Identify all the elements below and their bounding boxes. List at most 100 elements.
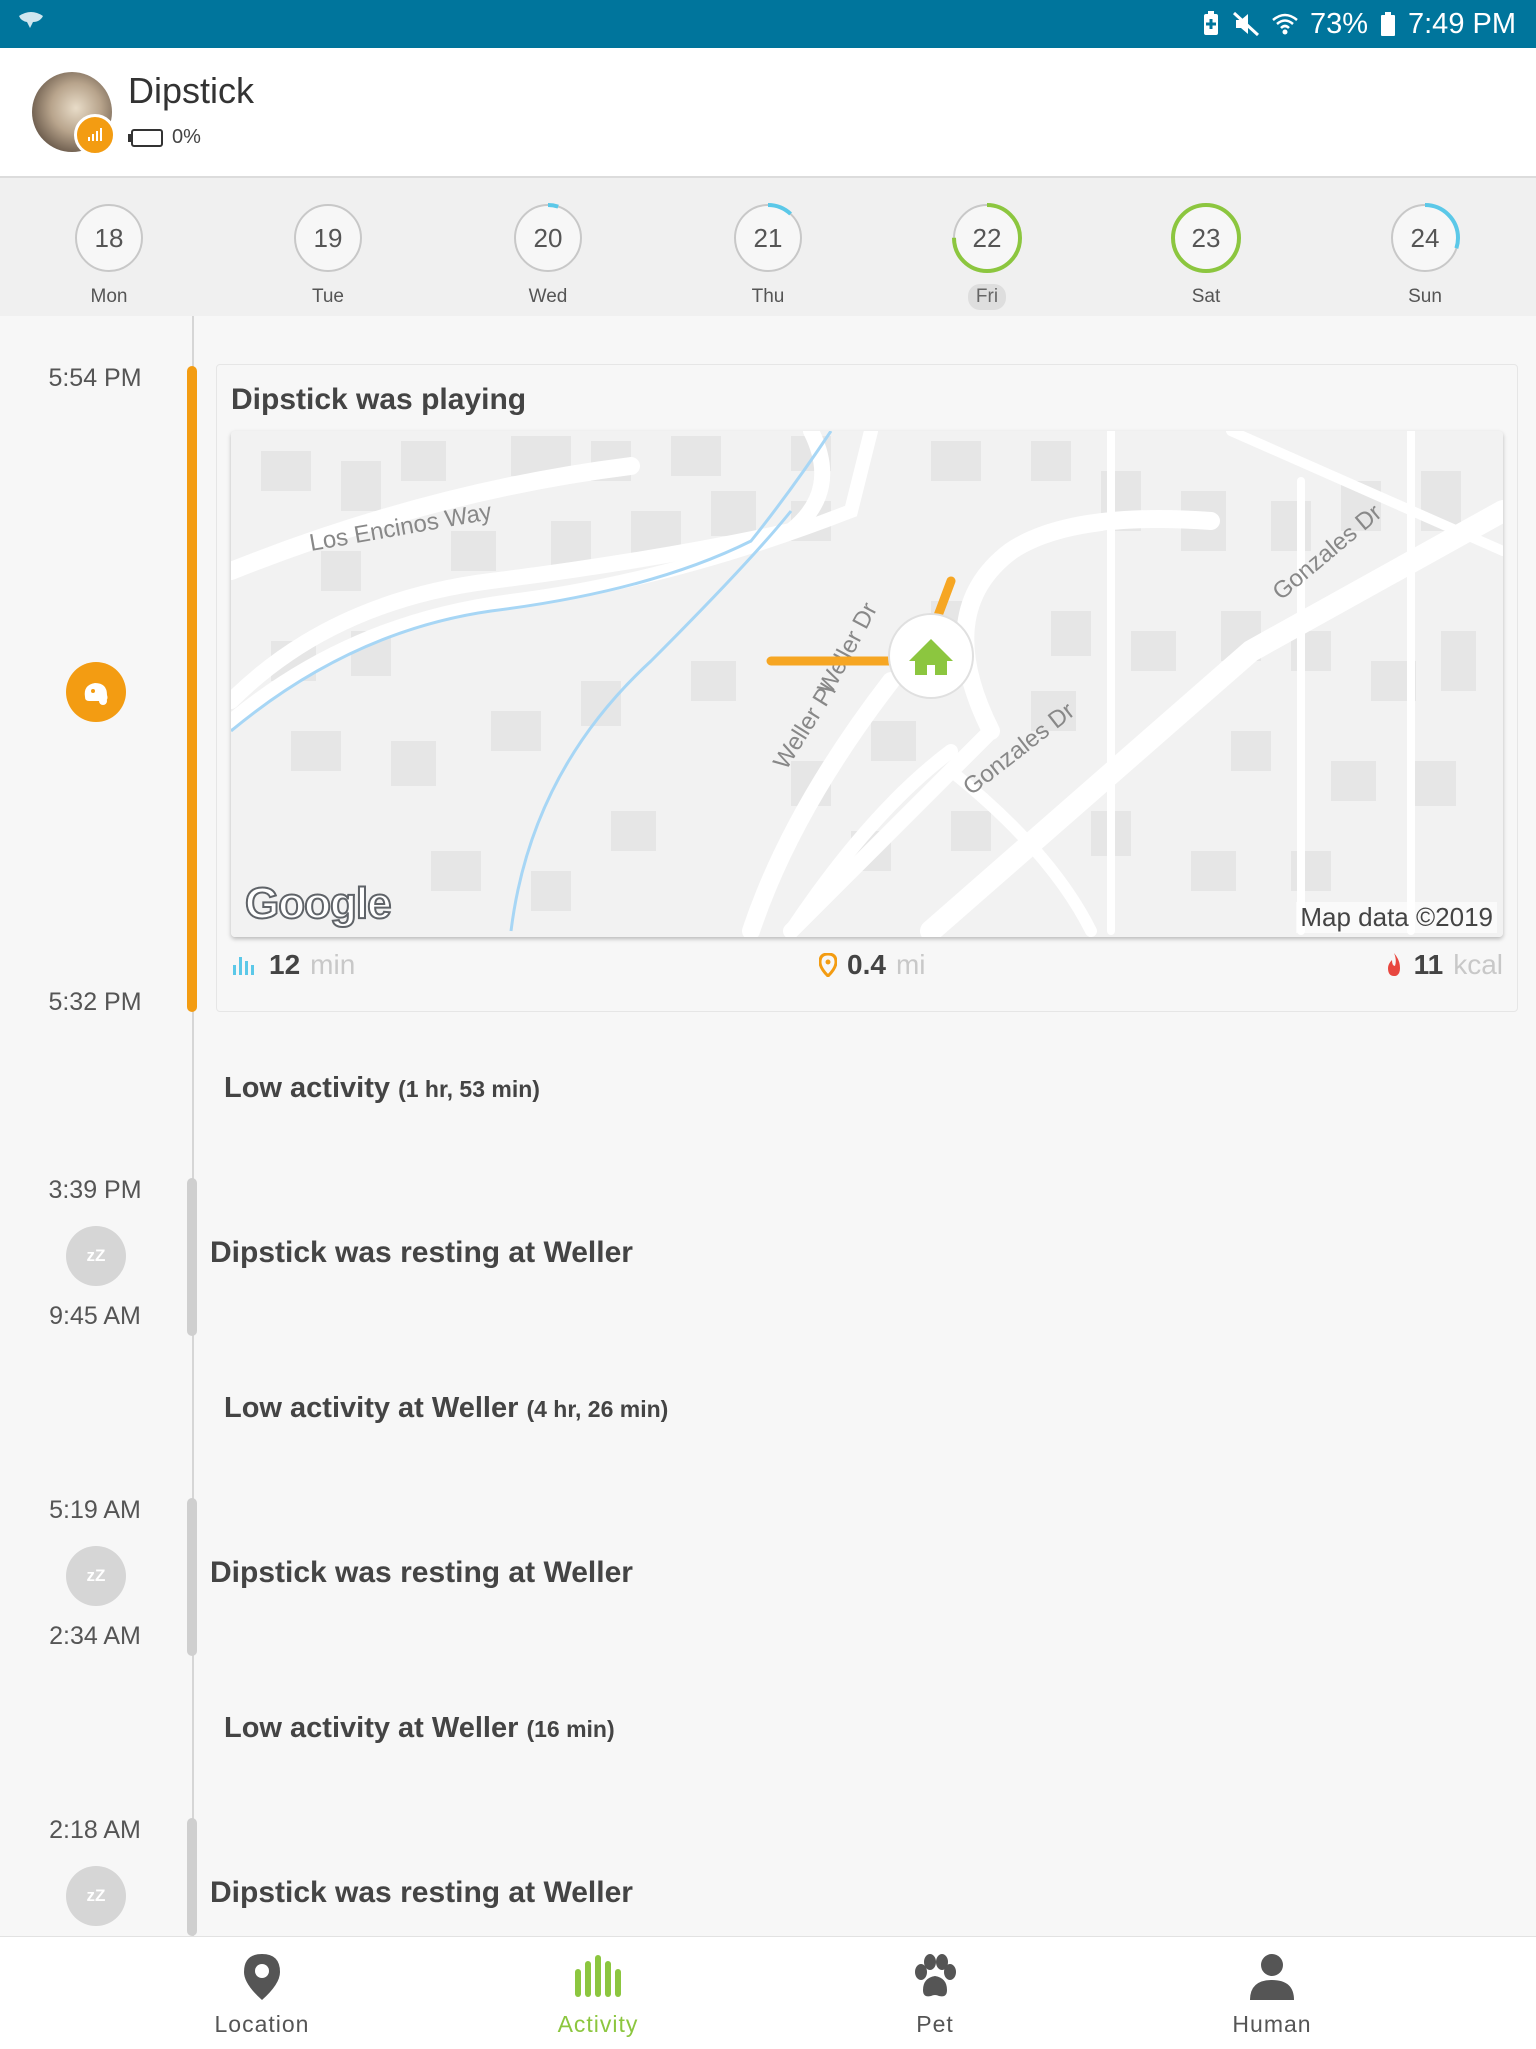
paw-icon: [915, 1954, 956, 1997]
nav-activity[interactable]: Activity: [498, 1951, 698, 2038]
nav-pet[interactable]: Pet: [835, 1951, 1035, 2038]
rest-event-label[interactable]: Dipstick was resting at Weller: [210, 1236, 633, 1270]
low-activity-item[interactable]: Low activity at Weller (4 hr, 26 min): [224, 1392, 668, 1425]
day-number: 22: [972, 223, 1002, 253]
tracker-battery-percent: 0%: [172, 126, 201, 148]
low-activity-duration: (4 hr, 26 min): [526, 1396, 669, 1422]
battery-icon: [1381, 12, 1395, 36]
day-number: 20: [533, 223, 563, 253]
activity-bars-icon: [233, 957, 254, 975]
day-number: 23: [1191, 223, 1221, 253]
low-activity-label: Low activity at Weller: [224, 1712, 519, 1744]
day-ring: 22: [951, 202, 1023, 274]
tracker-battery-icon: [128, 128, 163, 147]
low-activity-duration: (1 hr, 53 min): [398, 1076, 540, 1102]
day-tue[interactable]: 19 Tue: [268, 202, 388, 310]
day-label: Fri: [967, 284, 1007, 310]
sleep-icon: zZ: [66, 1226, 126, 1286]
day-ring: 23: [1170, 202, 1242, 274]
play-activity-icon: [66, 662, 126, 722]
rest-duration-bar: [187, 1498, 197, 1656]
day-label: Tue: [311, 286, 345, 307]
rest-start-time: 3:39 PM: [48, 1176, 142, 1204]
low-activity-item[interactable]: Low activity at Weller (16 min): [224, 1712, 615, 1745]
day-ring: 20: [512, 202, 584, 274]
duration-value: 12: [269, 949, 301, 980]
nav-label: Location: [214, 2011, 310, 2037]
day-label: Mon: [90, 286, 128, 307]
distance-stat: 0.4 mi: [819, 949, 925, 981]
activity-map[interactable]: Los Encinos Way Gonzales Dr Gonzales Dr …: [231, 431, 1503, 937]
flame-icon: [1387, 953, 1400, 976]
event-start-time: 5:54 PM: [48, 364, 142, 392]
nav-label: Human: [1232, 2011, 1312, 2037]
day-label: Sat: [1191, 286, 1221, 307]
week-day-selector: 18 Mon 19 Tue 20 Wed 21 Thu 22 Fri 23 Sa…: [0, 178, 1536, 316]
app-notification-icon: [19, 12, 43, 28]
rest-duration-bar: [187, 1818, 197, 1936]
pet-name: Dipstick: [128, 70, 255, 111]
activity-stats: 12 min 0.4 mi 11 kcal: [231, 949, 1503, 989]
battery-saver-icon: [1203, 11, 1218, 35]
nav-label: Pet: [916, 2011, 954, 2037]
day-number: 24: [1410, 223, 1440, 253]
day-ring: 19: [292, 202, 364, 274]
play-card-title: Dipstick was playing: [231, 383, 527, 416]
rest-end-time: 9:45 AM: [49, 1302, 141, 1330]
nav-human[interactable]: Human: [1172, 1951, 1372, 2038]
wifi-icon: [1272, 13, 1298, 35]
calories-stat: 11 kcal: [1384, 949, 1503, 981]
day-fri[interactable]: 22 Fri: [927, 202, 1047, 310]
calories-value: 11: [1413, 949, 1444, 980]
status-bar: 73% 7:49 PM: [0, 0, 1536, 48]
rest-start-time: 2:18 AM: [49, 1816, 141, 1844]
map-attribution: Map data ©2019: [1296, 902, 1497, 933]
battery-percent: 73%: [1309, 7, 1368, 40]
location-pin-icon: [819, 953, 837, 977]
distance-value: 0.4: [847, 949, 886, 980]
rest-end-time: 2:34 AM: [49, 1622, 141, 1650]
event-end-time: 5:32 PM: [48, 988, 142, 1016]
day-label: Thu: [751, 286, 785, 307]
activity-bars-icon: [575, 1955, 621, 1997]
day-wed[interactable]: 20 Wed: [488, 202, 608, 310]
sleep-icon: zZ: [66, 1546, 126, 1606]
map-canvas: Los Encinos Way Gonzales Dr Gonzales Dr …: [231, 431, 1503, 937]
day-thu[interactable]: 21 Thu: [708, 202, 828, 310]
day-ring: 18: [73, 202, 145, 274]
tracker-signal-badge: [74, 114, 116, 156]
rest-duration-bar: [187, 1178, 197, 1336]
location-pin-icon: [244, 1954, 280, 2000]
day-label: Wed: [528, 286, 568, 307]
day-ring: 21: [732, 202, 804, 274]
calories-unit: kcal: [1453, 949, 1503, 980]
duration-stat: 12 min: [231, 949, 355, 981]
clock: 7:49 PM: [1408, 7, 1516, 40]
sleep-icon: zZ: [66, 1866, 126, 1926]
day-mon[interactable]: 18 Mon: [49, 202, 169, 310]
nav-label: Activity: [557, 2011, 639, 2037]
rest-event-label[interactable]: Dipstick was resting at Weller: [210, 1876, 633, 1910]
bottom-navigation: Location Activity Pet Human: [0, 1936, 1536, 2049]
low-activity-label: Low activity at Weller: [224, 1392, 519, 1424]
day-sun[interactable]: 24 Sun: [1365, 202, 1485, 310]
low-activity-label: Low activity: [224, 1072, 390, 1104]
low-activity-item[interactable]: Low activity (1 hr, 53 min): [224, 1072, 540, 1105]
rest-event-label[interactable]: Dipstick was resting at Weller: [210, 1556, 633, 1590]
person-icon: [1250, 1954, 1294, 2000]
day-label: Sun: [1408, 286, 1442, 307]
day-sat[interactable]: 23 Sat: [1146, 202, 1266, 310]
day-number: 18: [94, 223, 124, 253]
mute-icon: [1232, 11, 1259, 37]
google-logo: Google: [244, 878, 393, 929]
day-number: 21: [753, 223, 783, 253]
rest-start-time: 5:19 AM: [49, 1496, 141, 1524]
day-ring: 24: [1389, 202, 1461, 274]
activity-timeline: 5:54 PM 5:32 PM Dipstick was playing Los…: [0, 316, 1536, 1936]
tracker-battery: 0%: [128, 126, 201, 149]
pet-avatar[interactable]: [32, 72, 116, 156]
pet-header: Dipstick 0%: [0, 48, 1536, 178]
day-number: 19: [313, 223, 343, 253]
nav-location[interactable]: Location: [162, 1951, 362, 2038]
play-activity-card[interactable]: Dipstick was playing Los Encinos Way Gon…: [216, 364, 1518, 1012]
